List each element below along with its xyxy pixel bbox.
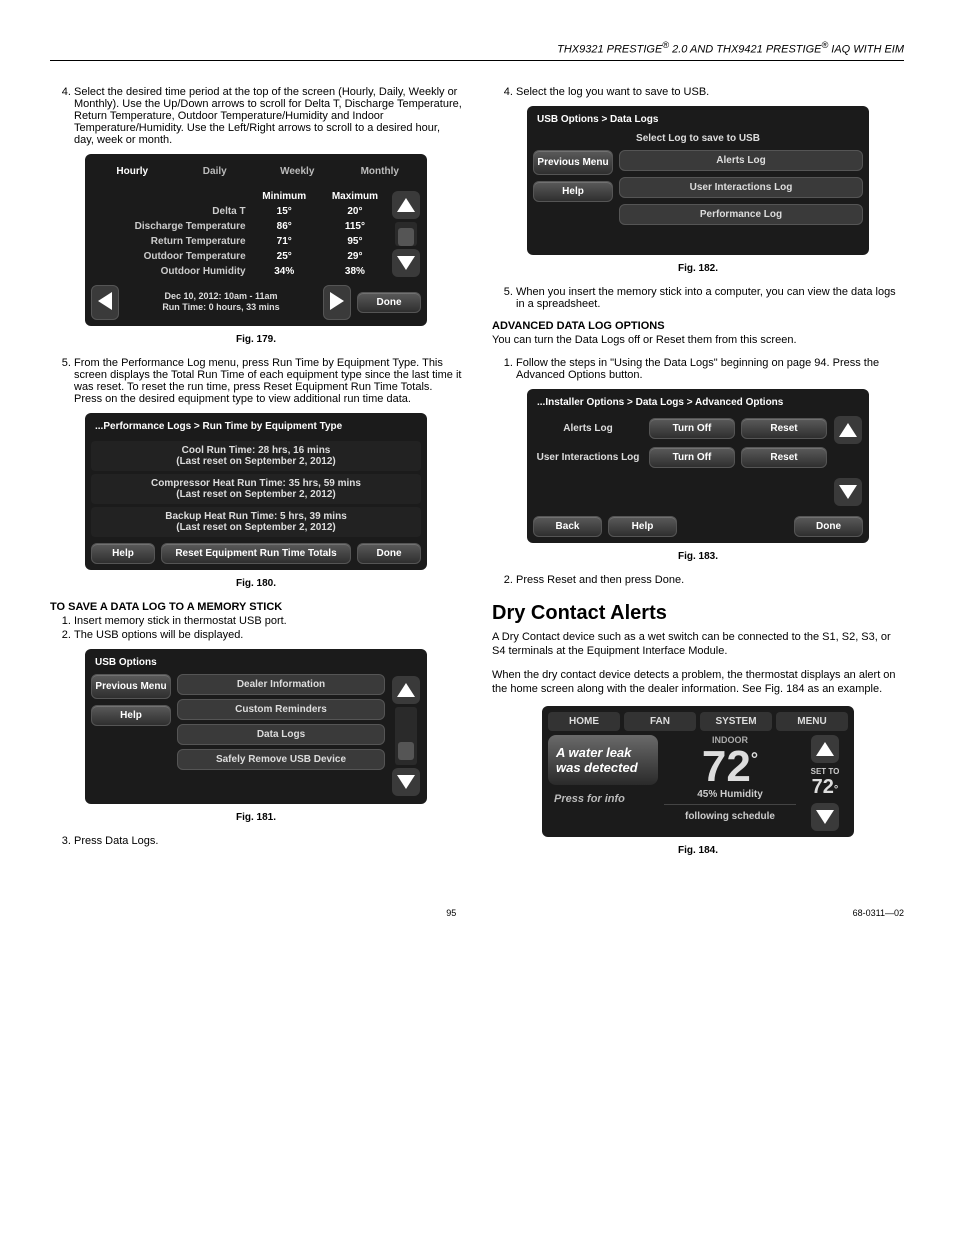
fig-caption: Fig. 183. [492, 551, 904, 562]
fig182-screen: USB Options > Data Logs Select Log to sa… [527, 106, 869, 255]
fig-caption: Fig. 180. [50, 578, 462, 589]
fig181-screen: USB Options Previous Menu Help Dealer In… [85, 649, 427, 804]
list-item[interactable]: Performance Log [619, 204, 863, 225]
tab-home[interactable]: HOME [548, 712, 620, 731]
row-label: Alerts Log [533, 423, 643, 434]
step-text: Select the log you want to save to USB. [516, 86, 904, 98]
scroll-down-icon[interactable] [392, 768, 420, 796]
fig-caption: Fig. 184. [492, 845, 904, 856]
fig179-screen: Hourly Daily Weekly Monthly MinimumMaxim… [85, 154, 427, 326]
list-item[interactable]: Safely Remove USB Device [177, 749, 385, 770]
row-label: User Interactions Log [533, 452, 643, 463]
body-text: When the dry contact device detects a pr… [492, 669, 904, 697]
tab-menu[interactable]: MENU [776, 712, 848, 731]
fig183-screen: ...Installer Options > Data Logs > Advan… [527, 389, 869, 543]
help-button[interactable]: Help [533, 181, 613, 202]
list-item[interactable]: Dealer Information [177, 674, 385, 695]
section-heading: Dry Contact Alerts [492, 602, 904, 625]
turnoff-button[interactable]: Turn Off [649, 447, 735, 468]
step-text: Follow the steps in "Using the Data Logs… [516, 357, 904, 381]
tab-fan[interactable]: FAN [624, 712, 696, 731]
prev-arrow[interactable] [91, 285, 119, 320]
previous-menu-button[interactable]: Previous Menu [533, 150, 613, 175]
turnoff-button[interactable]: Turn Off [649, 418, 735, 439]
step-text: From the Performance Log menu, press Run… [74, 357, 462, 405]
previous-menu-button[interactable]: Previous Menu [91, 674, 171, 699]
reset-button[interactable]: Reset [741, 418, 827, 439]
list-item[interactable]: Alerts Log [619, 150, 863, 171]
scroll-up-icon[interactable] [834, 416, 862, 444]
help-button[interactable]: Help [91, 705, 171, 726]
next-arrow[interactable] [323, 285, 351, 320]
fig-caption: Fig. 182. [492, 263, 904, 274]
tab-system[interactable]: SYSTEM [700, 712, 772, 731]
fig184-screen: HOME FAN SYSTEM MENU A water leak was de… [542, 706, 854, 837]
help-button[interactable]: Help [91, 543, 155, 564]
step-text: When you insert the memory stick into a … [516, 286, 904, 310]
temp-up-icon[interactable] [811, 735, 839, 763]
done-button[interactable]: Done [794, 516, 863, 537]
section-heading: TO SAVE A DATA LOG TO A MEMORY STICK [50, 601, 462, 613]
done-button[interactable]: Done [357, 292, 421, 313]
tab-daily[interactable]: Daily [174, 160, 257, 183]
scroll-down-icon[interactable] [834, 478, 862, 506]
list-item[interactable]: Data Logs [177, 724, 385, 745]
reset-button[interactable]: Reset [741, 447, 827, 468]
scroll-up-icon[interactable] [392, 191, 420, 219]
done-button[interactable]: Done [357, 543, 421, 564]
step-text: Press Data Logs. [74, 835, 462, 847]
temp-down-icon[interactable] [811, 803, 839, 831]
reset-equipment-button[interactable]: Reset Equipment Run Time Totals [161, 543, 351, 564]
body-text: You can turn the Data Logs off or Reset … [492, 334, 904, 348]
back-button[interactable]: Back [533, 516, 602, 537]
body-text: A Dry Contact device such as a wet switc… [492, 631, 904, 659]
scroll-down-icon[interactable] [392, 249, 420, 277]
tab-hourly[interactable]: Hourly [91, 160, 174, 183]
list-item[interactable]: Cool Run Time: 28 hrs, 16 mins(Last rese… [91, 441, 421, 471]
step-text: The USB options will be displayed. [74, 629, 462, 641]
alert-box[interactable]: A water leak was detected [548, 735, 658, 785]
list-item[interactable]: Compressor Heat Run Time: 35 hrs, 59 min… [91, 474, 421, 504]
list-item[interactable]: Custom Reminders [177, 699, 385, 720]
fig-caption: Fig. 181. [50, 812, 462, 823]
press-for-info[interactable]: Press for info [548, 793, 658, 805]
step-text: Insert memory stick in thermostat USB po… [74, 615, 462, 627]
fig180-screen: ...Performance Logs > Run Time by Equipm… [85, 413, 427, 570]
list-item[interactable]: User Interactions Log [619, 177, 863, 198]
fig-caption: Fig. 179. [50, 334, 462, 345]
scroll-up-icon[interactable] [392, 676, 420, 704]
tab-weekly[interactable]: Weekly [256, 160, 339, 183]
fig179-tabs: Hourly Daily Weekly Monthly [91, 160, 421, 183]
step-text: Press Reset and then press Done. [516, 574, 904, 586]
indoor-temp: 72 [702, 745, 751, 789]
section-heading: ADVANCED DATA LOG OPTIONS [492, 320, 904, 332]
page-footer: 95 68-0311—02 [50, 908, 904, 918]
list-item[interactable]: Backup Heat Run Time: 5 hrs, 39 mins(Las… [91, 507, 421, 537]
help-button[interactable]: Help [608, 516, 677, 537]
tab-monthly[interactable]: Monthly [339, 160, 422, 183]
step-text: Select the desired time period at the to… [74, 86, 462, 146]
page-header: THX9321 PRESTIGE® 2.0 AND THX9421 PRESTI… [50, 40, 904, 61]
